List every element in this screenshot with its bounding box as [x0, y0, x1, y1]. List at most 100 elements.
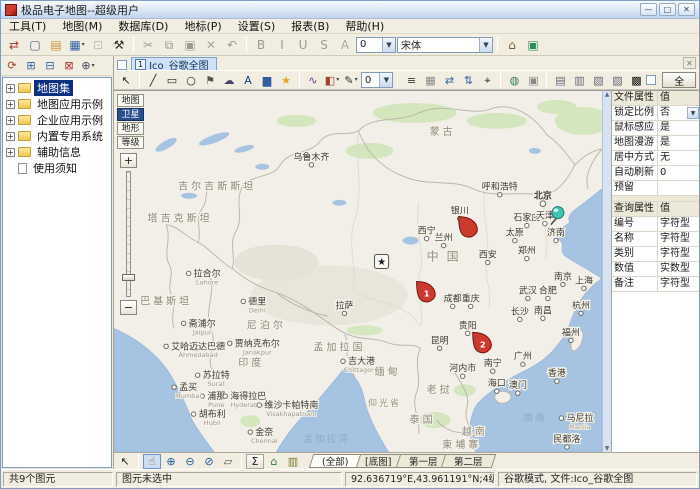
zoom-minus-button[interactable]: − — [120, 300, 137, 315]
group-icon[interactable]: ▧ — [589, 72, 607, 88]
line-width-combo[interactable]: 0▼ — [361, 72, 393, 88]
label-line-icon[interactable]: ∿ — [304, 72, 322, 88]
scroll-down-icon[interactable]: ▼ — [605, 445, 610, 452]
expand-icon[interactable]: + — [6, 148, 15, 157]
zoom-slider[interactable] — [126, 171, 131, 297]
property-row-10[interactable]: 名称字符型 — [612, 232, 699, 247]
map-cursor-icon[interactable]: ↖ — [116, 454, 134, 469]
fullscreen-button[interactable]: 全屏 — [662, 72, 696, 88]
map-vertical-scrollbar[interactable]: ▲ ▼ — [602, 90, 611, 452]
layer-tab-3[interactable]: 第二层 — [441, 454, 496, 468]
menu-item-0[interactable]: 工具(T) — [1, 19, 54, 34]
node-add-icon[interactable]: ⊞ — [22, 58, 40, 74]
node-edit-icon[interactable]: ⊟ — [41, 58, 59, 74]
layers-icon[interactable]: ▥ — [284, 454, 302, 469]
property-row-5[interactable]: 自动刷新0 — [612, 166, 699, 181]
scroll-up-icon[interactable]: ▲ — [605, 91, 610, 98]
pen-color-icon[interactable]: ✎▾ — [342, 72, 360, 88]
panel-toggle-icon[interactable]: ⇄ — [4, 36, 24, 54]
flip-h-icon[interactable]: ⇄ — [440, 72, 458, 88]
stamp-tool-icon[interactable]: ⚒ — [109, 36, 129, 54]
property-value[interactable]: 无 — [658, 151, 699, 165]
menu-item-3[interactable]: 地标(P) — [176, 19, 229, 34]
tree-item-3[interactable]: +内置专用系统 — [3, 128, 111, 144]
pattern-icon[interactable]: ▩ — [627, 72, 645, 88]
node-delete-icon[interactable]: ⊠ — [60, 58, 78, 74]
zoom-plus-button[interactable]: + — [120, 153, 137, 168]
expand-icon[interactable]: + — [6, 132, 15, 141]
layer-tab-0[interactable]: (全部) — [309, 454, 362, 468]
select-cursor-icon[interactable]: ↖ — [117, 72, 135, 88]
new-file-icon[interactable]: ▢ — [25, 36, 45, 54]
open-folder-icon[interactable]: ▤ — [46, 36, 66, 54]
property-row-1[interactable]: 锁定比例否▼ — [612, 106, 699, 121]
globe-icon[interactable]: ◍ — [505, 72, 523, 88]
property-row-9[interactable]: 编号字符型 — [612, 217, 699, 232]
menu-item-6[interactable]: 帮助(H) — [337, 19, 392, 34]
expand-icon[interactable]: + — [6, 116, 15, 125]
map-type-2[interactable]: 地形 — [117, 122, 144, 135]
polygon-tool-icon[interactable]: ☁ — [220, 72, 238, 88]
expand-all-icon[interactable]: ⊕▾ — [79, 58, 97, 74]
chevron-down-icon[interactable]: ▼ — [382, 38, 395, 52]
menu-item-2[interactable]: 数据库(D) — [110, 19, 176, 34]
maximize-button[interactable]: □ — [659, 3, 676, 16]
map-canvas[interactable]: 乌鲁木齐呼和浩特北京银川石家庄天津太原济南西宁兰州郑州西安成都重庆拉萨南京上海武… — [114, 90, 602, 452]
minimize-button[interactable]: — — [640, 3, 657, 16]
fill-color-icon[interactable]: ◧▾ — [323, 72, 341, 88]
send-back-icon[interactable]: ▥ — [570, 72, 588, 88]
close-button[interactable]: ✕ — [678, 3, 695, 16]
view-rect-icon[interactable]: ▱ — [219, 454, 237, 469]
text-tool-icon[interactable]: A — [239, 72, 257, 88]
tree-item-4[interactable]: +辅助信息 — [3, 144, 111, 160]
chart-tool-icon[interactable]: ▆ — [258, 72, 276, 88]
tree-item-5[interactable]: 使用须知 — [3, 160, 111, 176]
pin-tool-icon[interactable]: ⚑ — [201, 72, 219, 88]
property-value[interactable]: 字符型 — [658, 247, 699, 261]
map-document-tab[interactable]: 1 Ico_谷歌全图 — [131, 57, 217, 70]
chevron-down-icon[interactable]: ▼ — [479, 38, 492, 52]
pan-hand-icon[interactable]: ☝ — [143, 454, 161, 469]
bring-front-icon[interactable]: ▤ — [551, 72, 569, 88]
property-row-3[interactable]: 地图漫游是 — [612, 136, 699, 151]
chevron-down-icon[interactable]: ▼ — [687, 107, 699, 119]
tree-item-1[interactable]: +地图应用示例 — [3, 96, 111, 112]
property-value[interactable]: 字符型 — [658, 217, 699, 231]
zoom-slider-thumb[interactable] — [122, 274, 135, 281]
picture-icon[interactable]: ▣ — [524, 72, 542, 88]
property-row-2[interactable]: 鼠标感应是 — [612, 121, 699, 136]
export-image-icon[interactable]: ▣ — [523, 36, 543, 54]
flip-v-icon[interactable]: ⇅ — [459, 72, 477, 88]
property-row-6[interactable]: 预留 — [612, 181, 699, 196]
property-value[interactable]: 0 — [658, 166, 699, 180]
map-type-0[interactable]: 地图 — [117, 94, 144, 107]
menu-item-5[interactable]: 报表(B) — [283, 19, 337, 34]
menu-item-4[interactable]: 设置(S) — [230, 19, 284, 34]
line-style-icon[interactable]: ≡ — [402, 72, 420, 88]
map-type-1[interactable]: 卫星 — [117, 108, 144, 121]
property-value[interactable]: 字符型 — [658, 277, 699, 291]
home-icon[interactable]: ⌂ — [502, 36, 522, 54]
expand-icon[interactable]: + — [6, 100, 15, 109]
ungroup-icon[interactable]: ▨ — [608, 72, 626, 88]
navigate-icon[interactable]: ⌂ — [265, 454, 283, 469]
tab-close-icon[interactable]: ✕ — [683, 57, 696, 69]
property-value[interactable]: 是 — [658, 121, 699, 135]
property-value[interactable] — [658, 181, 699, 195]
chevron-down-icon[interactable]: ▼ — [379, 73, 392, 87]
ellipse-tool-icon[interactable]: ○ — [182, 72, 200, 88]
property-row-12[interactable]: 数值实数型 — [612, 262, 699, 277]
expand-icon[interactable]: + — [6, 84, 15, 93]
property-row-11[interactable]: 类别字符型 — [612, 247, 699, 262]
zoom-out-icon[interactable]: ⊖ — [181, 454, 199, 469]
zoom-window-icon[interactable]: ⊘ — [200, 454, 218, 469]
map-tree[interactable]: +地图集+地图应用示例+企业应用示例+内置专用系统+辅助信息使用须知 — [2, 77, 112, 468]
property-row-13[interactable]: 备注字符型 — [612, 277, 699, 292]
save-icon[interactable]: ▦▾ — [67, 36, 87, 54]
menu-item-1[interactable]: 地图(M) — [54, 19, 110, 34]
tree-item-0[interactable]: +地图集 — [3, 80, 111, 96]
node-edit-tool-icon[interactable]: ⌖ — [478, 72, 496, 88]
property-value[interactable]: 是 — [658, 136, 699, 150]
star-tool-icon[interactable]: ★ — [277, 72, 295, 88]
tree-item-2[interactable]: +企业应用示例 — [3, 112, 111, 128]
